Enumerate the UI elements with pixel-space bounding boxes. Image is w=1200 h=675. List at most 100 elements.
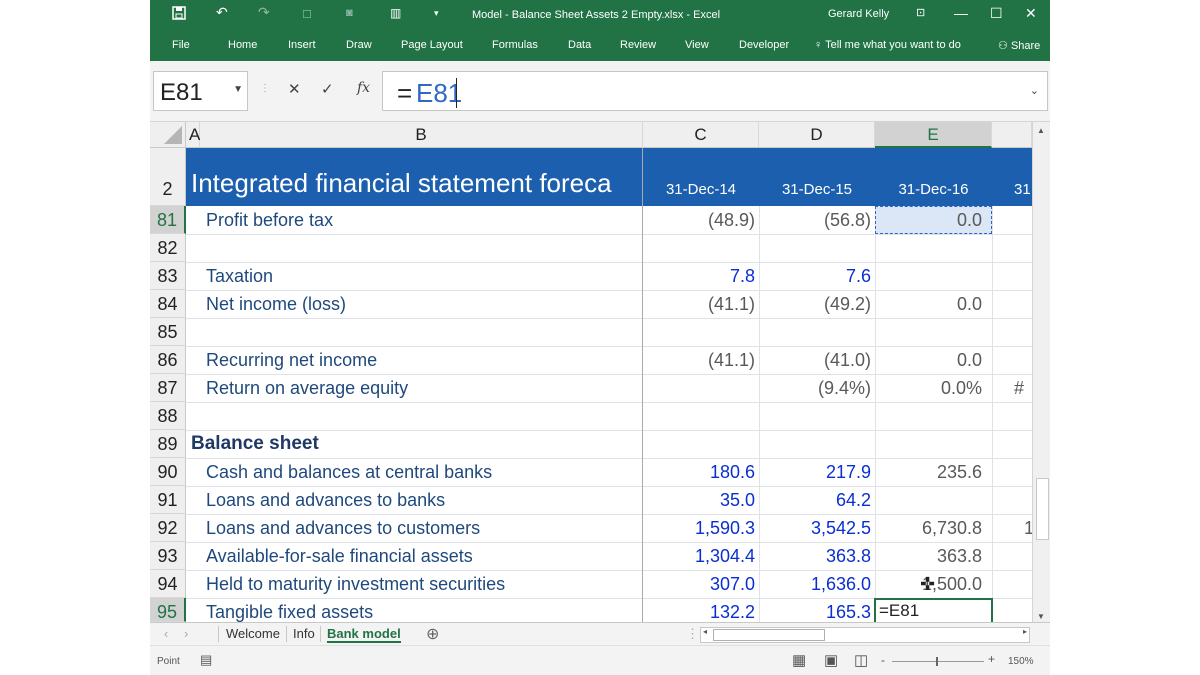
label-cash-central-banks[interactable]: Cash and balances at central banks <box>206 458 492 486</box>
cell-c84[interactable]: (41.1) <box>643 290 755 318</box>
label-recurring-net-income[interactable]: Recurring net income <box>206 346 377 374</box>
row-header-89[interactable]: 89 <box>150 430 186 458</box>
column-header-b[interactable]: B <box>200 122 643 148</box>
close-button[interactable]: ✕ <box>1025 5 1037 22</box>
scroll-up-icon[interactable]: ▲ <box>1037 126 1045 135</box>
row-header-88[interactable]: 88 <box>150 402 186 430</box>
column-header-d[interactable]: D <box>759 122 875 148</box>
cell-e92[interactable]: 6,730.8 <box>875 514 982 542</box>
cell-c91[interactable]: 35.0 <box>643 486 755 514</box>
vertical-scroll-thumb[interactable] <box>1036 478 1049 540</box>
cell-d95[interactable]: 165.3 <box>759 598 871 622</box>
cell-d83[interactable]: 7.6 <box>759 262 871 290</box>
horizontal-scrollbar[interactable]: ◂ ▸ <box>700 627 1030 643</box>
sheet-tab-bank-model[interactable]: Bank model <box>327 626 401 643</box>
cell-d86[interactable]: (41.0) <box>759 346 871 374</box>
formula-input[interactable]: = E81 ⌄ <box>382 71 1048 111</box>
row-header-90[interactable]: 90 <box>150 458 186 486</box>
active-cell-e95[interactable]: =E81 <box>874 598 993 622</box>
cell-d94[interactable]: 1,636.0 <box>759 570 871 598</box>
cell-f87[interactable]: # <box>1014 374 1032 402</box>
column-header-c[interactable]: C <box>643 122 759 148</box>
date-e[interactable]: 31-Dec-16 <box>875 176 992 204</box>
column-header-a[interactable]: A <box>186 122 200 148</box>
column-header-f[interactable] <box>992 122 1032 148</box>
scroll-down-icon[interactable]: ▼ <box>1037 612 1045 621</box>
share-button[interactable]: ⚇ Share <box>998 39 1040 52</box>
ribbon-display-icon[interactable]: ⊡ <box>916 6 925 19</box>
tab-review[interactable]: Review <box>620 39 656 51</box>
camera-icon[interactable]: ◙ <box>346 7 353 19</box>
tab-data[interactable]: Data <box>568 39 591 51</box>
zoom-level[interactable]: 150% <box>1008 656 1034 667</box>
tab-formulas[interactable]: Formulas <box>492 39 538 51</box>
date-f[interactable]: 31 <box>1014 176 1032 204</box>
section-balance-sheet[interactable]: Balance sheet <box>191 430 319 458</box>
cell-c92[interactable]: 1,590.3 <box>643 514 755 542</box>
tab-file[interactable]: File <box>172 39 190 51</box>
redo-icon[interactable]: ↷ <box>258 4 270 21</box>
scroll-left-icon[interactable]: ◂ <box>703 627 707 636</box>
customize-qat-icon[interactable]: ▾ <box>434 8 439 19</box>
label-loans-to-customers[interactable]: Loans and advances to customers <box>206 514 480 542</box>
label-tangible-fixed-assets[interactable]: Tangible fixed assets <box>206 598 373 622</box>
cell-d92[interactable]: 3,542.5 <box>759 514 871 542</box>
row-header-93[interactable]: 93 <box>150 542 186 570</box>
zoom-in-icon[interactable]: + <box>988 652 995 666</box>
cell-e90[interactable]: 235.6 <box>875 458 982 486</box>
minimize-button[interactable]: — <box>954 5 968 21</box>
cell-e81[interactable]: 0.0 <box>875 206 982 234</box>
row-header-83[interactable]: 83 <box>150 262 186 290</box>
zoom-out-icon[interactable]: - <box>881 653 885 667</box>
tab-page-layout[interactable]: Page Layout <box>401 39 463 51</box>
label-net-income[interactable]: Net income (loss) <box>206 290 346 318</box>
page-layout-view-icon[interactable]: ▣ <box>824 651 838 669</box>
worksheet-grid[interactable]: A B C D E 2 Integrated financial stateme… <box>150 122 1050 622</box>
cell-c93[interactable]: 1,304.4 <box>643 542 755 570</box>
macro-record-icon[interactable]: ▤ <box>200 652 212 668</box>
touch-mode-icon[interactable]: ☐ <box>302 8 312 21</box>
zoom-slider[interactable] <box>892 661 984 662</box>
undo-icon[interactable]: ↶ <box>216 4 228 21</box>
label-loans-to-banks[interactable]: Loans and advances to banks <box>206 486 445 514</box>
sheet-tab-welcome[interactable]: Welcome <box>226 626 280 641</box>
calculator-icon[interactable]: ▥ <box>390 6 401 20</box>
cell-d93[interactable]: 363.8 <box>759 542 871 570</box>
cancel-button[interactable]: ✕ <box>288 80 301 98</box>
tab-scroll-right-icon[interactable]: › <box>184 626 188 641</box>
row-header-2[interactable]: 2 <box>150 148 186 206</box>
tab-home[interactable]: Home <box>228 39 257 51</box>
cell-e93[interactable]: 363.8 <box>875 542 982 570</box>
user-name[interactable]: Gerard Kelly <box>828 8 889 20</box>
row-header-95[interactable]: 95 <box>150 598 186 622</box>
restore-button[interactable]: ☐ <box>990 5 1003 22</box>
cell-e84[interactable]: 0.0 <box>875 290 982 318</box>
tab-draw[interactable]: Draw <box>346 39 372 51</box>
cell-e87[interactable]: 0.0% <box>875 374 982 402</box>
row-header-82[interactable]: 82 <box>150 234 186 262</box>
save-icon[interactable] <box>172 6 186 23</box>
cell-c86[interactable]: (41.1) <box>643 346 755 374</box>
insert-function-button[interactable]: fx <box>357 80 370 96</box>
cell-d90[interactable]: 217.9 <box>759 458 871 486</box>
cell-f92[interactable]: 1 <box>1024 514 1032 542</box>
label-return-on-equity[interactable]: Return on average equity <box>206 374 408 402</box>
chevron-down-icon[interactable]: ▼ <box>233 84 243 95</box>
row-header-84[interactable]: 84 <box>150 290 186 318</box>
row-header-81[interactable]: 81 <box>150 206 186 234</box>
tab-scroll-left-icon[interactable]: ‹ <box>164 626 168 641</box>
normal-view-icon[interactable]: ▦ <box>792 651 806 669</box>
tell-me-search[interactable]: ♀ Tell me what you want to do <box>814 39 961 51</box>
cell-d87[interactable]: (9.4%) <box>759 374 871 402</box>
row-header-92[interactable]: 92 <box>150 514 186 542</box>
zoom-slider-knob[interactable] <box>936 657 938 666</box>
cell-c90[interactable]: 180.6 <box>643 458 755 486</box>
cell-d84[interactable]: (49.2) <box>759 290 871 318</box>
tab-developer[interactable]: Developer <box>739 39 789 51</box>
enter-button[interactable]: ✓ <box>321 80 334 98</box>
cell-c83[interactable]: 7.8 <box>643 262 755 290</box>
tab-view[interactable]: View <box>685 39 709 51</box>
split-grip-icon[interactable]: ⋮ <box>686 626 699 642</box>
column-header-e[interactable]: E <box>875 122 992 148</box>
expand-formula-icon[interactable]: ⌄ <box>1030 84 1039 97</box>
